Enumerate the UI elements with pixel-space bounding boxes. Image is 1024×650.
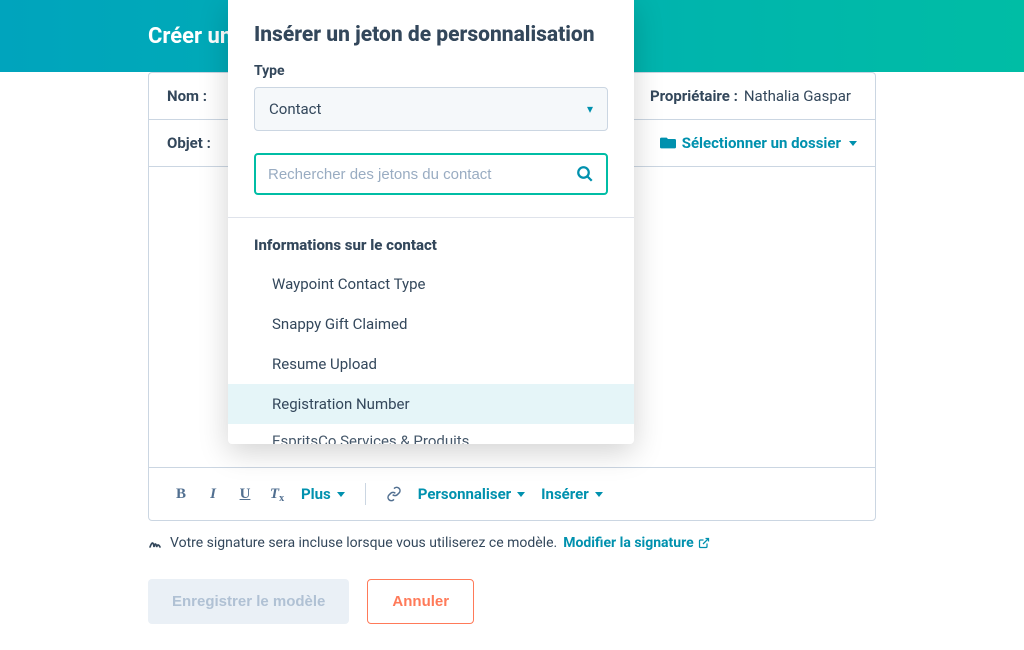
folder-link-text: Sélectionner un dossier bbox=[682, 134, 841, 152]
subject-label: Objet : bbox=[167, 134, 211, 152]
bold-button[interactable]: B bbox=[167, 480, 195, 508]
signature-link-text: Modifier la signature bbox=[563, 535, 694, 551]
name-label: Nom : bbox=[167, 87, 207, 105]
signature-row: Votre signature sera incluse lorsque vou… bbox=[148, 521, 876, 551]
insert-label: Insérer bbox=[541, 485, 589, 503]
folder-icon bbox=[660, 136, 676, 150]
chevron-down-icon bbox=[849, 141, 857, 146]
token-list: Waypoint Contact Type Snappy Gift Claime… bbox=[228, 264, 634, 444]
link-icon bbox=[386, 486, 402, 502]
personalization-modal: Insérer un jeton de personnalisation Typ… bbox=[228, 0, 634, 444]
search-icon bbox=[576, 165, 594, 183]
insert-menu[interactable]: Insérer bbox=[535, 485, 609, 503]
token-item[interactable]: Resume Upload bbox=[228, 344, 634, 384]
cancel-button[interactable]: Annuler bbox=[367, 579, 474, 624]
chevron-down-icon bbox=[337, 492, 345, 497]
clear-format-button[interactable]: Tx bbox=[263, 480, 291, 508]
external-link-icon bbox=[698, 537, 710, 549]
italic-button[interactable]: I bbox=[199, 480, 227, 508]
token-search-input[interactable] bbox=[268, 166, 576, 183]
type-label: Type bbox=[254, 63, 608, 79]
search-wrap bbox=[254, 153, 608, 195]
signature-text: Votre signature sera incluse lorsque vou… bbox=[170, 535, 557, 551]
select-folder-link[interactable]: Sélectionner un dossier bbox=[660, 134, 857, 152]
owner-label: Propriétaire : bbox=[650, 87, 738, 105]
token-item[interactable]: Waypoint Contact Type bbox=[228, 264, 634, 304]
chevron-down-icon: ▾ bbox=[587, 102, 593, 116]
type-select-value: Contact bbox=[269, 100, 321, 118]
clear-x: x bbox=[279, 493, 284, 504]
save-button[interactable]: Enregistrer le modèle bbox=[148, 579, 349, 624]
token-item[interactable]: Snappy Gift Claimed bbox=[228, 304, 634, 344]
owner-value: Nathalia Gaspar bbox=[744, 87, 851, 105]
editor-toolbar: B I U Tx Plus Personnaliser Insérer bbox=[149, 467, 875, 520]
token-section-header: Informations sur le contact bbox=[228, 218, 634, 264]
signature-icon bbox=[148, 535, 164, 551]
personalize-menu[interactable]: Personnaliser bbox=[412, 485, 531, 503]
underline-button[interactable]: U bbox=[231, 480, 259, 508]
token-item[interactable]: Registration Number bbox=[228, 384, 634, 424]
page-title: Créer un bbox=[148, 24, 232, 49]
plus-menu[interactable]: Plus bbox=[295, 485, 351, 503]
chevron-down-icon bbox=[517, 492, 525, 497]
toolbar-divider bbox=[365, 483, 366, 505]
modal-title: Insérer un jeton de personnalisation bbox=[254, 22, 608, 49]
link-button[interactable] bbox=[380, 480, 408, 508]
plus-label: Plus bbox=[301, 485, 331, 503]
type-select[interactable]: Contact ▾ bbox=[254, 87, 608, 131]
actions-row: Enregistrer le modèle Annuler bbox=[148, 551, 876, 624]
edit-signature-link[interactable]: Modifier la signature bbox=[563, 535, 710, 551]
clear-t: T bbox=[270, 486, 279, 503]
token-item[interactable]: EspritsCo Services & Produits bbox=[228, 424, 634, 444]
chevron-down-icon bbox=[595, 492, 603, 497]
personalize-label: Personnaliser bbox=[418, 485, 511, 503]
